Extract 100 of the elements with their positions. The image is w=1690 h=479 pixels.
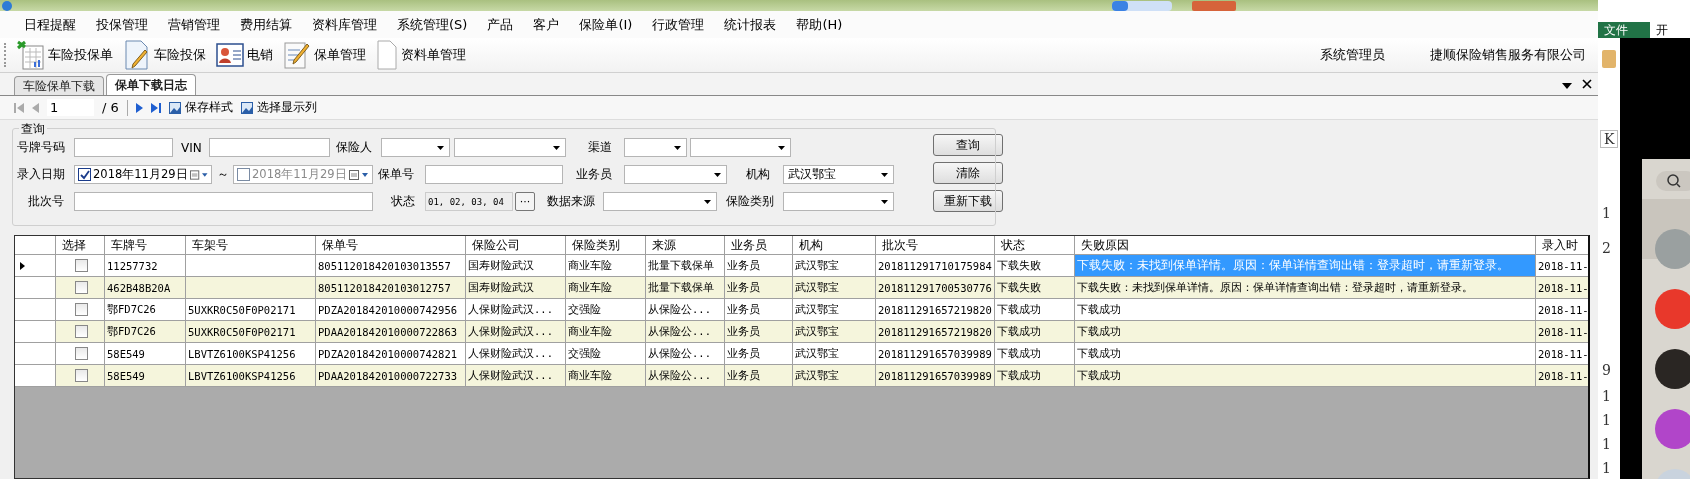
page-field[interactable]: 1 — [47, 99, 94, 116]
checkbox[interactable] — [74, 303, 88, 316]
table-cell: 201811291700530776 — [876, 277, 995, 298]
last-page-icon[interactable] — [150, 102, 161, 113]
menu-item[interactable]: 营销管理 — [158, 15, 230, 34]
search-icon[interactable] — [1656, 171, 1690, 191]
company-name: 捷顺保险销售服务有限公司 — [1430, 46, 1586, 64]
toolbar-button[interactable]: 保存样式 — [168, 99, 233, 116]
dropdown-field[interactable] — [381, 138, 450, 157]
sheet-cell: 1 — [1602, 388, 1611, 404]
column-header[interactable]: 业务员 — [725, 236, 793, 254]
toolbar-button[interactable]: 电销 — [211, 42, 278, 68]
table-cell: PDAA201842010000722863 — [316, 321, 466, 342]
input-field[interactable] — [425, 165, 563, 184]
caret-icon — [674, 145, 681, 150]
checkbox[interactable] — [237, 168, 250, 181]
table-cell: 人保财险武汉... — [466, 321, 566, 342]
input-field[interactable] — [74, 192, 373, 211]
table-cell: 国寿财险武汉 — [466, 277, 566, 298]
dropdown-field[interactable]: 武汉鄂宝 — [783, 165, 894, 184]
menu-item[interactable]: 投保管理 — [86, 15, 158, 34]
table-cell: 人保财险武汉... — [466, 343, 566, 364]
table-cell: 从保险公... — [646, 299, 725, 320]
dropdown-icon[interactable] — [1562, 83, 1572, 89]
table-cell: 2018-11- — [1536, 321, 1588, 342]
first-page-icon[interactable] — [14, 102, 24, 113]
menu-item[interactable]: 产品 — [477, 15, 524, 34]
status-field[interactable]: 01, 02, 03, 04 — [425, 192, 513, 211]
column-header[interactable]: 保险公司 — [466, 236, 566, 254]
ellipsis-button[interactable]: ··· — [515, 192, 535, 211]
toolbar-button[interactable]: 车险投保 — [118, 40, 211, 70]
menu-item[interactable]: 帮助(H) — [786, 15, 853, 34]
action-button[interactable]: 清除 — [933, 162, 1003, 184]
table-cell: 人保财险武汉... — [466, 365, 566, 386]
menu-item[interactable]: 客户 — [523, 15, 570, 34]
menu-item[interactable]: 费用结算 — [230, 15, 302, 34]
ribbon-tab[interactable]: 开 — [1650, 22, 1674, 38]
clipboard-icon — [1602, 48, 1616, 68]
menu-item[interactable]: 保险单(I) — [569, 15, 643, 34]
date-picker[interactable]: 2018年11月29日 — [233, 165, 373, 184]
table-cell: 武汉鄂宝 — [793, 277, 876, 298]
toolbar-button[interactable]: 保单管理 — [278, 40, 371, 70]
ribbon-tab[interactable]: 文件 — [1598, 22, 1650, 38]
table-cell: 下载失败：未找到保单详情。原因：保单详情查询出错：登录超时，请重新登录。 — [1075, 277, 1536, 298]
tab[interactable]: 车险保单下载 — [14, 76, 104, 95]
table-cell: LBVTZ6100KSP41256 — [186, 365, 316, 386]
menu-item[interactable]: 系统管理(S) — [387, 15, 478, 34]
image-icon — [168, 101, 181, 114]
column-header[interactable]: 失败原因 — [1075, 236, 1536, 254]
menu-item[interactable]: 统计报表 — [714, 15, 787, 34]
table-cell: 业务员 — [725, 343, 793, 364]
dropdown-field[interactable] — [603, 192, 717, 211]
table-cell: 2018-11- — [1536, 277, 1588, 298]
column-header[interactable]: 保单号 — [316, 236, 466, 254]
checkbox[interactable] — [74, 259, 88, 272]
menu-item[interactable]: 资料库管理 — [302, 15, 387, 34]
avatar[interactable] — [1655, 349, 1690, 389]
dropdown-field[interactable] — [624, 138, 687, 157]
toolbar-button[interactable]: 资料单管理 — [371, 40, 471, 70]
date-picker[interactable]: 2018年11月29日 — [74, 165, 212, 184]
menu-item[interactable]: 日程提醒 — [14, 15, 86, 34]
floating-toolbar-icon[interactable] — [1112, 0, 1172, 11]
checkbox[interactable] — [74, 347, 88, 360]
action-button[interactable]: 查询 — [933, 134, 1003, 156]
column-header[interactable]: 批次号 — [876, 236, 995, 254]
input-field[interactable] — [209, 138, 330, 157]
table-cell: 武汉鄂宝 — [793, 299, 876, 320]
column-header[interactable]: 机构 — [793, 236, 876, 254]
table-cell: 201811291657039989 — [876, 365, 995, 386]
calendar-icon — [189, 169, 208, 180]
table-cell: LBVTZ6100KSP41256 — [186, 343, 316, 364]
action-button[interactable]: 重新下载 — [933, 190, 1003, 212]
field-label: 业务员 — [576, 166, 613, 183]
menu-item[interactable]: 行政管理 — [642, 15, 715, 34]
dropdown-field[interactable] — [783, 192, 894, 211]
toolbar-button[interactable]: 车险投保单 — [12, 40, 118, 70]
column-header[interactable]: 车架号 — [186, 236, 316, 254]
dropdown-field[interactable] — [624, 165, 727, 184]
checkbox[interactable] — [74, 281, 88, 294]
previous-page-icon[interactable] — [32, 102, 39, 113]
table-cell: 下载失败 — [995, 277, 1075, 298]
dropdown-field[interactable] — [690, 138, 791, 157]
tab[interactable]: 保单下载日志 — [106, 74, 196, 95]
column-header[interactable]: 选择 — [56, 236, 105, 254]
table-cell: 下载成功 — [1075, 365, 1536, 386]
column-header[interactable]: 来源 — [646, 236, 725, 254]
toolbar-button[interactable]: 选择显示列 — [240, 99, 317, 116]
input-field[interactable] — [74, 138, 173, 157]
column-header[interactable]: 保险类别 — [566, 236, 646, 254]
group-title: 查询 — [19, 121, 47, 138]
field-label: 批次号 — [28, 193, 65, 210]
column-header[interactable]: 车牌号 — [105, 236, 186, 254]
checkbox[interactable] — [74, 325, 88, 338]
table-cell: 5UXKR0C50F0P02171 — [186, 299, 316, 320]
next-page-icon[interactable] — [135, 102, 143, 113]
dropdown-field[interactable] — [454, 138, 566, 157]
checkbox[interactable] — [74, 369, 88, 382]
column-header[interactable]: 录入时 — [1536, 236, 1588, 254]
column-header[interactable]: 状态 — [995, 236, 1075, 254]
checkbox[interactable] — [78, 168, 91, 181]
